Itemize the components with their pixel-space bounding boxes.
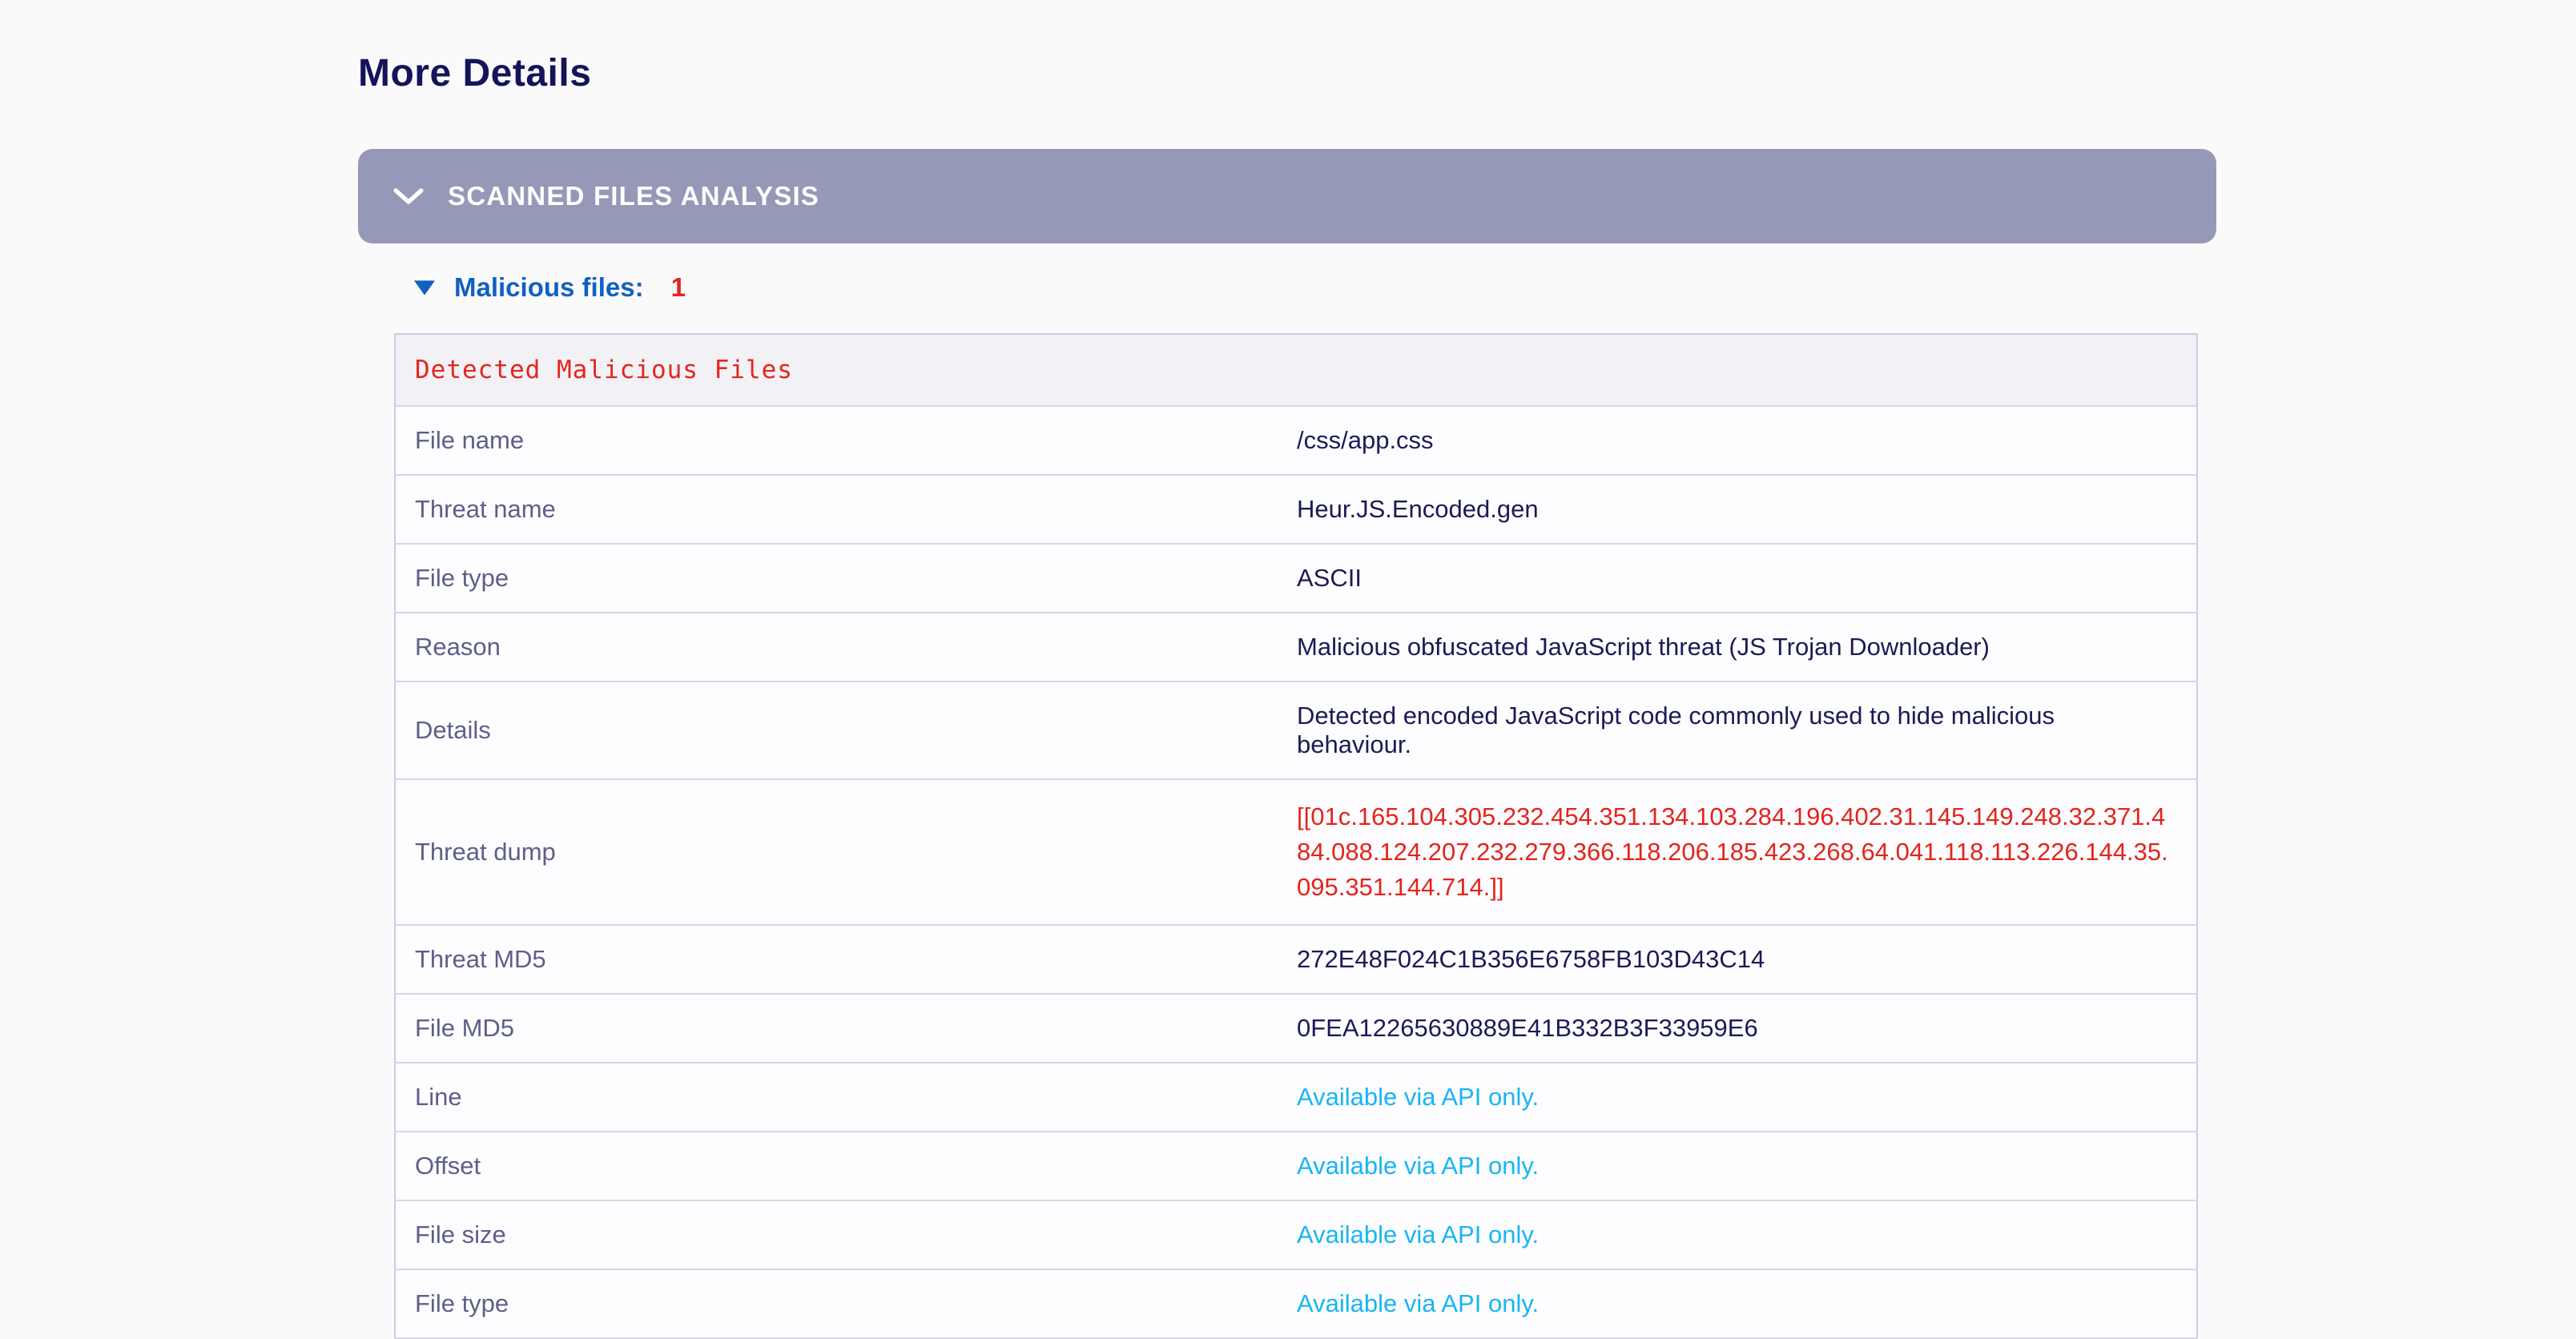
- table-row: Offset Available via API only.: [395, 1132, 2197, 1200]
- row-value: 272E48F024C1B356E6758FB103D43C14: [1296, 925, 2197, 994]
- table-row: File name /css/app.css: [395, 406, 2197, 475]
- table-row: Threat dump [[01c.165.104.305.232.454.35…: [395, 779, 2197, 925]
- row-label: Details: [395, 682, 1296, 779]
- malicious-files-count: 1: [671, 272, 686, 303]
- row-value: Available via API only.: [1296, 1200, 2197, 1269]
- table-row: Line Available via API only.: [395, 1063, 2197, 1132]
- row-label: Threat name: [395, 475, 1296, 544]
- scanned-files-analysis-header[interactable]: SCANNED FILES ANALYSIS: [358, 149, 2216, 243]
- table-header: Detected Malicious Files: [395, 334, 2197, 406]
- malicious-files-label: Malicious files:: [454, 272, 644, 303]
- row-label: File MD5: [395, 994, 1296, 1063]
- table-header-row: Detected Malicious Files: [395, 334, 2197, 406]
- row-label: File type: [395, 544, 1296, 613]
- table-row: File MD5 0FEA12265630889E41B332B3F33959E…: [395, 994, 2197, 1063]
- table-row: File type ASCII: [395, 544, 2197, 613]
- row-label: File type: [395, 1269, 1296, 1338]
- row-value: 0FEA12265630889E41B332B3F33959E6: [1296, 994, 2197, 1063]
- malicious-files-toggle[interactable]: Malicious files: 1: [414, 272, 2576, 303]
- row-value: ASCII: [1296, 544, 2197, 613]
- row-value: [[01c.165.104.305.232.454.351.134.103.28…: [1296, 779, 2197, 925]
- table-row: Threat MD5 272E48F024C1B356E6758FB103D43…: [395, 925, 2197, 994]
- row-label: Offset: [395, 1132, 1296, 1200]
- accordion-title: SCANNED FILES ANALYSIS: [448, 181, 819, 211]
- triangle-down-icon: [414, 280, 435, 296]
- chevron-down-icon: [393, 187, 424, 206]
- table-row: Details Detected encoded JavaScript code…: [395, 682, 2197, 779]
- row-label: Reason: [395, 613, 1296, 682]
- table-row: File size Available via API only.: [395, 1200, 2197, 1269]
- row-label: File size: [395, 1200, 1296, 1269]
- row-label: Line: [395, 1063, 1296, 1132]
- row-value: Available via API only.: [1296, 1132, 2197, 1200]
- row-label: Threat dump: [395, 779, 1296, 925]
- row-value: Malicious obfuscated JavaScript threat (…: [1296, 613, 2197, 682]
- page-title: More Details: [358, 50, 2576, 98]
- table-row: Reason Malicious obfuscated JavaScript t…: [395, 613, 2197, 682]
- more-details-section: More Details SCANNED FILES ANALYSIS Mali…: [0, 0, 2576, 1339]
- row-value: /css/app.css: [1296, 406, 2197, 475]
- table-row: Threat name Heur.JS.Encoded.gen: [395, 475, 2197, 544]
- table-row: File type Available via API only.: [395, 1269, 2197, 1338]
- row-value: Available via API only.: [1296, 1269, 2197, 1338]
- row-label: File name: [395, 406, 1296, 475]
- row-value: Available via API only.: [1296, 1063, 2197, 1132]
- row-value: Heur.JS.Encoded.gen: [1296, 475, 2197, 544]
- malicious-file-table: Detected Malicious Files File name /css/…: [394, 333, 2198, 1339]
- row-value: Detected encoded JavaScript code commonl…: [1296, 682, 2197, 779]
- row-label: Threat MD5: [395, 925, 1296, 994]
